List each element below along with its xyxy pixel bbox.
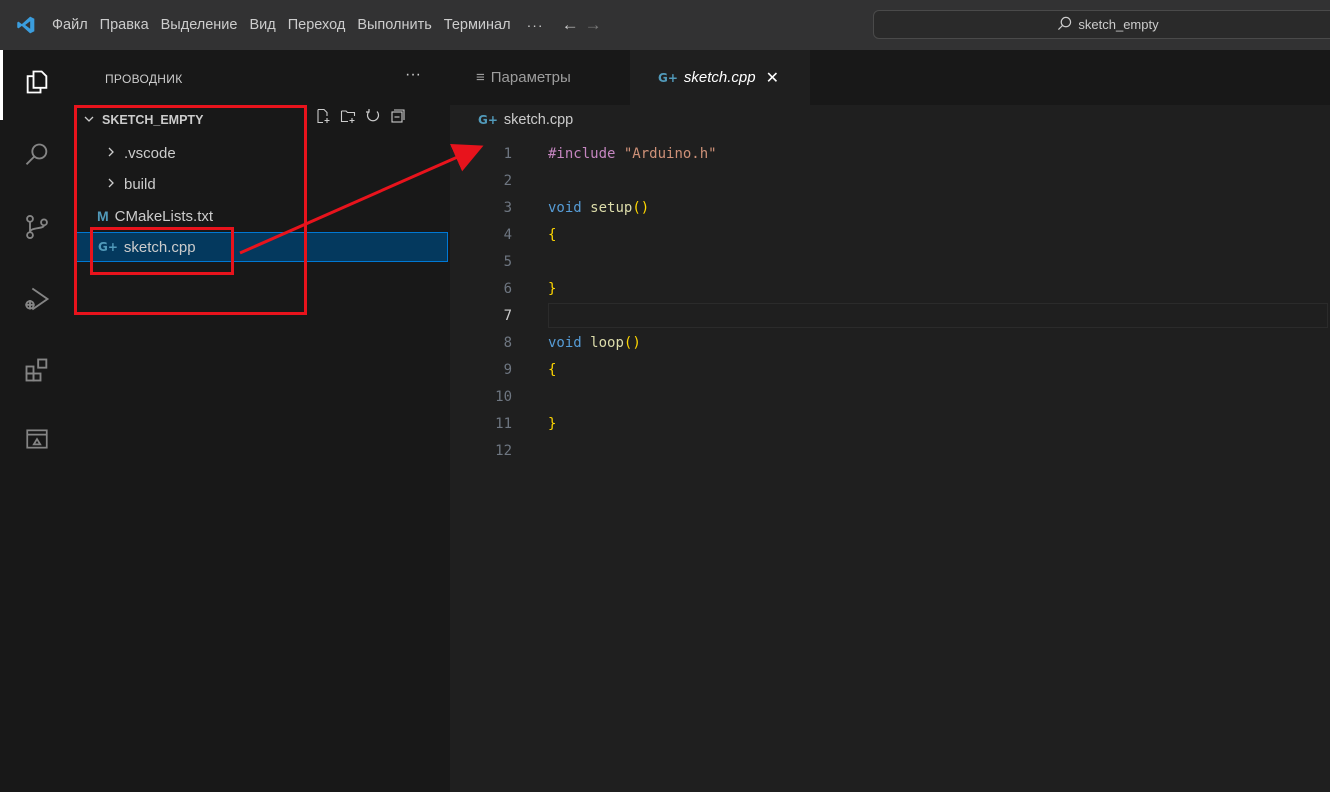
annotation-arrow [239, 143, 484, 255]
